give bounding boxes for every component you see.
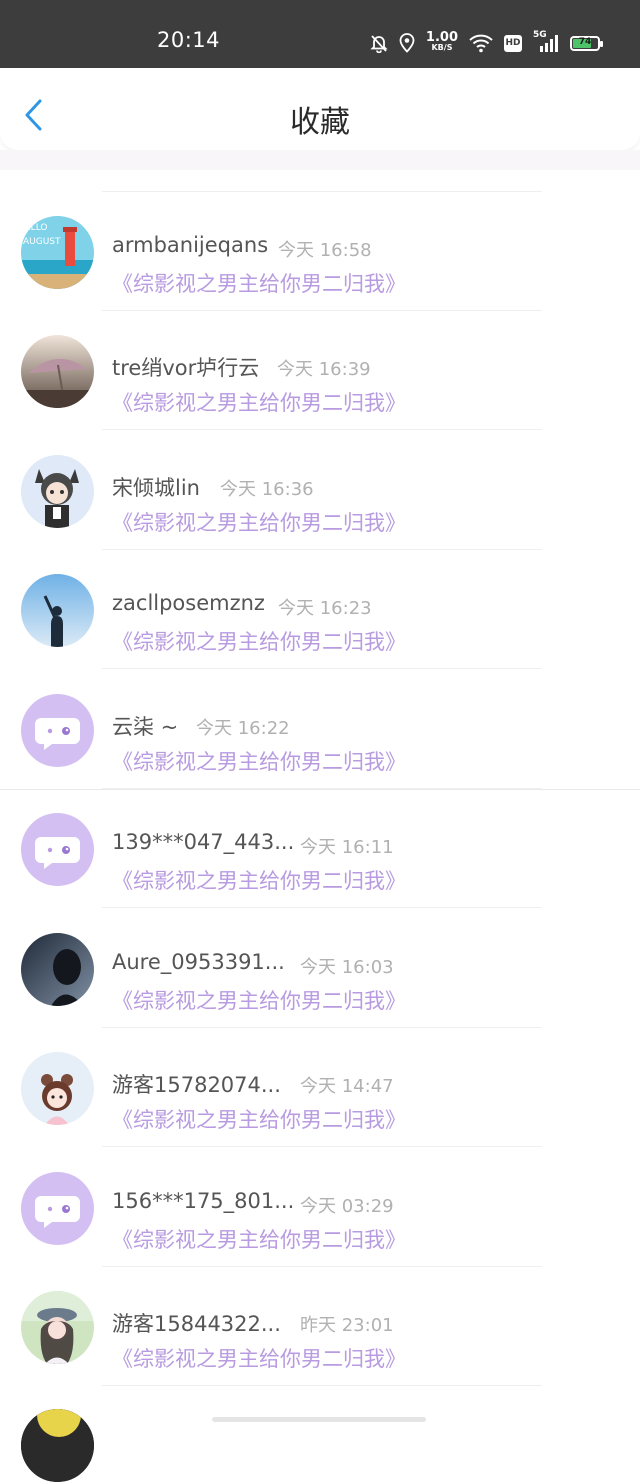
divider <box>102 907 542 908</box>
status-time: 20:14 <box>157 28 221 52</box>
timestamp: 今天 16:39 <box>277 359 371 380</box>
location-icon <box>399 33 415 53</box>
username[interactable]: 游客15782074... <box>112 1069 281 1099</box>
status-bar: 20:14 1.00 KB/S HD 5G 74 <box>0 0 640 68</box>
avatar[interactable] <box>21 1172 94 1245</box>
header-separator <box>0 150 640 170</box>
timestamp: 今天 16:23 <box>278 598 372 619</box>
timestamp: 昨天 23:01 <box>300 1315 394 1336</box>
timestamp: 今天 16:11 <box>300 837 394 858</box>
list-item[interactable]: 宋倾城lin 今天 16:36 《综影视之男主给你男二归我》 <box>0 431 640 550</box>
username[interactable]: 139***047_443... <box>112 830 294 854</box>
list-item[interactable]: tre绡vor垆行云 今天 16:39 《综影视之男主给你男二归我》 <box>0 311 640 430</box>
divider <box>102 429 542 430</box>
username[interactable]: armbanijeqans <box>112 233 268 257</box>
signal-icon: 5G <box>533 30 559 53</box>
avatar[interactable] <box>21 335 94 408</box>
timestamp: 今天 16:22 <box>196 718 290 739</box>
avatar[interactable] <box>21 1291 94 1364</box>
book-title[interactable]: 《综影视之男主给你男二归我》 <box>112 865 406 895</box>
timestamp: 今天 16:36 <box>220 479 314 500</box>
book-title[interactable]: 《综影视之男主给你男二归我》 <box>112 268 406 298</box>
wifi-icon <box>469 34 493 53</box>
timestamp: 今天 16:58 <box>278 240 372 261</box>
book-title[interactable]: 《综影视之男主给你男二归我》 <box>112 626 406 656</box>
status-icons: 1.00 KB/S HD 5G 74 <box>359 30 603 56</box>
avatar[interactable] <box>21 813 94 886</box>
speed-unit: KB/S <box>431 43 453 52</box>
battery-icon: 74 <box>570 35 603 51</box>
svg-text:AUGUST: AUGUST <box>23 237 61 247</box>
divider <box>102 1146 542 1147</box>
avatar[interactable] <box>21 574 94 647</box>
hd-badge: HD <box>504 34 522 52</box>
avatar[interactable] <box>21 1052 94 1125</box>
timestamp: 今天 14:47 <box>300 1076 394 1097</box>
divider <box>102 1385 542 1386</box>
speed-value: 1.00 <box>425 30 458 45</box>
battery-level: 74 <box>578 36 592 47</box>
timestamp: 今天 03:29 <box>300 1196 394 1217</box>
svg-text:ELLO: ELLO <box>25 223 47 233</box>
book-title[interactable]: 《综影视之男主给你男二归我》 <box>112 1224 406 1254</box>
username[interactable]: 156***175_801... <box>112 1189 294 1213</box>
username[interactable]: zacllposemznz <box>112 591 265 615</box>
timestamp: 今天 16:03 <box>300 957 394 978</box>
avatar[interactable] <box>21 694 94 767</box>
username[interactable]: tre绡vor垆行云 <box>112 352 259 382</box>
book-title[interactable]: 《综影视之男主给你男二归我》 <box>112 387 406 417</box>
book-title[interactable]: 《综影视之男主给你男二归我》 <box>112 507 406 537</box>
avatar[interactable] <box>21 933 94 1006</box>
list-item[interactable]: 游客15782074... 今天 14:47 《综影视之男主给你男二归我》 <box>0 1028 640 1147</box>
book-title[interactable]: 《综影视之男主给你男二归我》 <box>112 1104 406 1134</box>
list-item[interactable]: 云柒 ~ 今天 16:22 《综影视之男主给你男二归我》 <box>0 670 640 789</box>
page-title: 收藏 <box>290 105 350 140</box>
username[interactable]: 宋倾城lin <box>112 472 200 502</box>
network-speed: 1.00 KB/S <box>425 30 458 53</box>
avatar[interactable] <box>21 1409 94 1482</box>
mute-bell-icon <box>370 35 388 53</box>
header: 收藏 <box>0 68 640 150</box>
avatar[interactable] <box>21 455 94 528</box>
list-item[interactable]: Aure_0953391... 今天 16:03 《综影视之男主给你男二归我》 <box>0 909 640 1028</box>
username[interactable]: 云柒 ~ <box>112 711 178 741</box>
book-title[interactable]: 《综影视之男主给你男二归我》 <box>112 746 406 776</box>
list-item[interactable]: 游客15844322... 昨天 23:01 《综影视之男主给你男二归我》 <box>0 1267 640 1386</box>
avatar[interactable]: ELLO AUGUST <box>21 216 94 289</box>
divider <box>0 789 640 790</box>
scroll-indicator <box>212 1417 426 1422</box>
username[interactable]: Aure_0953391... <box>112 950 285 974</box>
username[interactable]: 游客15844322... <box>112 1308 281 1338</box>
list-item[interactable]: zacllposemznz 今天 16:23 《综影视之男主给你男二归我》 <box>0 550 640 669</box>
list-item[interactable]: ELLO AUGUST armbanijeqans 今天 16:58 《综影视之男主给你… <box>0 192 640 311</box>
book-title[interactable]: 《综影视之男主给你男二归我》 <box>112 1343 406 1373</box>
divider <box>102 668 542 669</box>
list-item[interactable]: 156***175_801... 今天 03:29 《综影视之男主给你男二归我》 <box>0 1148 640 1267</box>
book-title[interactable]: 《综影视之男主给你男二归我》 <box>112 985 406 1015</box>
list-item[interactable]: 139***047_443... 今天 16:11 《综影视之男主给你男二归我》 <box>0 789 640 908</box>
